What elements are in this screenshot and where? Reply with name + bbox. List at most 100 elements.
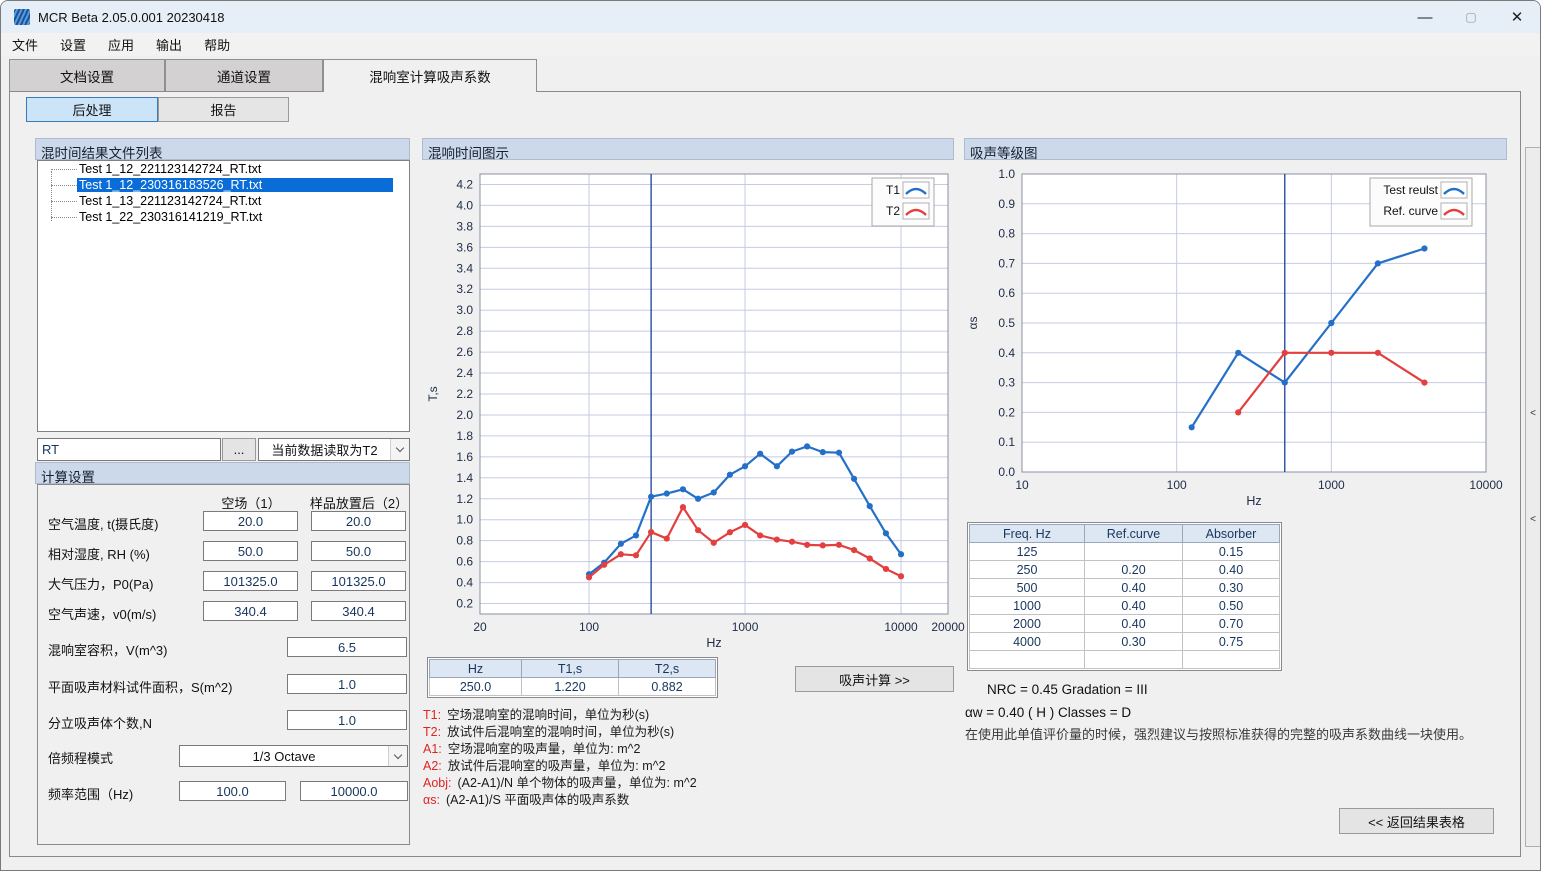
table-cell[interactable]: 2000 bbox=[970, 615, 1085, 633]
pressure-sample-input[interactable] bbox=[311, 571, 406, 591]
table-row[interactable]: 125 0.15 bbox=[970, 543, 1280, 561]
collapse-left-toggle-2[interactable]: < bbox=[1526, 514, 1540, 525]
collapse-left-toggle[interactable]: < bbox=[1526, 408, 1540, 419]
absorber-count-input[interactable] bbox=[287, 710, 407, 730]
col-header-empty-room: 空场（1） bbox=[196, 493, 306, 512]
table-cell[interactable]: 0.40 bbox=[1085, 615, 1183, 633]
table-cell[interactable]: 250.0 bbox=[430, 678, 522, 696]
freq-max-input[interactable] bbox=[300, 781, 408, 801]
temp-sample-input[interactable] bbox=[311, 511, 406, 531]
humidity-sample-input[interactable] bbox=[311, 541, 406, 561]
table-cell[interactable] bbox=[1085, 651, 1183, 669]
humidity-empty-input[interactable] bbox=[203, 541, 298, 561]
table-cell[interactable]: 0.30 bbox=[1085, 633, 1183, 651]
data-point bbox=[867, 503, 873, 509]
row-humidity: 相对湿度, RH (%) bbox=[38, 541, 409, 563]
freq-min-input[interactable] bbox=[179, 781, 286, 801]
data-point bbox=[1282, 350, 1288, 356]
table-cell[interactable]: 0.40 bbox=[1183, 561, 1280, 579]
menu-settings[interactable]: 设置 bbox=[49, 33, 97, 56]
tab-channel-settings[interactable]: 通道设置 bbox=[165, 59, 323, 91]
file-name[interactable]: Test 1_13_221123142724_RT.txt bbox=[77, 194, 393, 208]
titlebar: MCR Beta 2.05.0.001 20230418 — ▢ ✕ bbox=[1, 1, 1540, 33]
app-icon bbox=[14, 9, 30, 25]
list-item[interactable]: Test 1_12_230316183526_RT.txt bbox=[38, 177, 409, 193]
tab-document-settings[interactable]: 文档设置 bbox=[9, 59, 165, 91]
file-name[interactable]: Test 1_12_221123142724_RT.txt bbox=[77, 162, 393, 176]
menu-file[interactable]: 文件 bbox=[1, 33, 49, 56]
data-point bbox=[883, 530, 889, 536]
absorption-calc-button[interactable]: 吸声计算 >> bbox=[795, 666, 954, 692]
list-item[interactable]: Test 1_12_221123142724_RT.txt bbox=[38, 161, 409, 177]
table-cell[interactable] bbox=[970, 651, 1085, 669]
list-item[interactable]: Test 1_22_230316141219_RT.txt bbox=[38, 209, 409, 225]
file-name[interactable]: Test 1_12_230316183526_RT.txt bbox=[77, 178, 393, 192]
speed-empty-input[interactable] bbox=[203, 601, 298, 621]
octave-mode-combo[interactable]: 1/3 Octave bbox=[179, 745, 408, 767]
chevron-down-icon[interactable] bbox=[390, 439, 409, 460]
sample-area-input[interactable] bbox=[287, 674, 407, 694]
data-point bbox=[680, 486, 686, 492]
data-point bbox=[1421, 380, 1427, 386]
table-cell[interactable]: 0.882 bbox=[619, 678, 716, 696]
rt-name-input[interactable] bbox=[37, 438, 221, 461]
row-frequency-range: 频率范围（Hz) bbox=[38, 781, 409, 803]
table-cell[interactable]: 4000 bbox=[970, 633, 1085, 651]
table-cell[interactable]: 0.70 bbox=[1183, 615, 1280, 633]
minimize-button[interactable]: — bbox=[1402, 1, 1448, 33]
table-cell[interactable]: 0.30 bbox=[1183, 579, 1280, 597]
data-point bbox=[774, 463, 780, 469]
menu-output[interactable]: 输出 bbox=[145, 33, 193, 56]
svg-text:1.0: 1.0 bbox=[456, 513, 473, 527]
table-cell[interactable] bbox=[1085, 543, 1183, 561]
table-cell[interactable]: 0.75 bbox=[1183, 633, 1280, 651]
menu-help[interactable]: 帮助 bbox=[193, 33, 241, 56]
table-row[interactable]: 20000.400.70 bbox=[970, 615, 1280, 633]
back-to-results-button[interactable]: << 返回结果表格 bbox=[1339, 808, 1494, 834]
table-cell[interactable]: 0.20 bbox=[1085, 561, 1183, 579]
file-name[interactable]: Test 1_22_230316141219_RT.txt bbox=[77, 210, 393, 224]
data-point bbox=[851, 547, 857, 553]
menu-apply[interactable]: 应用 bbox=[97, 33, 145, 56]
browse-button[interactable]: ... bbox=[222, 438, 256, 461]
table-cell[interactable]: 1.220 bbox=[522, 678, 619, 696]
pressure-empty-input[interactable] bbox=[203, 571, 298, 591]
table-row[interactable]: 2500.200.40 bbox=[970, 561, 1280, 579]
table-cell[interactable]: 250 bbox=[970, 561, 1085, 579]
table-row[interactable]: 10000.400.50 bbox=[970, 597, 1280, 615]
table-cell[interactable]: 1000 bbox=[970, 597, 1085, 615]
data-source-combo[interactable]: 当前数据读取为T2 bbox=[258, 438, 410, 461]
svg-text:0.0: 0.0 bbox=[998, 465, 1015, 479]
subtab-postprocess[interactable]: 后处理 bbox=[26, 97, 158, 122]
rt-chart[interactable]: 0.20.40.60.81.01.21.41.61.82.02.22.42.62… bbox=[424, 160, 964, 656]
table-row[interactable] bbox=[970, 651, 1280, 669]
svg-text:0.3: 0.3 bbox=[998, 376, 1015, 390]
maximize-button[interactable]: ▢ bbox=[1448, 1, 1494, 33]
table-cell[interactable] bbox=[1183, 651, 1280, 669]
data-point bbox=[1282, 380, 1288, 386]
grade-chart[interactable]: 0.00.10.20.30.40.50.60.70.80.91.01010010… bbox=[964, 160, 1510, 512]
close-button[interactable]: ✕ bbox=[1494, 1, 1540, 33]
table-cell[interactable]: 0.15 bbox=[1183, 543, 1280, 561]
svg-text:2.4: 2.4 bbox=[456, 366, 473, 380]
table-cell[interactable]: 0.40 bbox=[1085, 597, 1183, 615]
table-cell[interactable]: 0.50 bbox=[1183, 597, 1280, 615]
table-row[interactable]: 5000.400.30 bbox=[970, 579, 1280, 597]
svg-text:3.0: 3.0 bbox=[456, 303, 473, 317]
svg-text:0.8: 0.8 bbox=[998, 227, 1015, 241]
table-cell[interactable]: 0.40 bbox=[1085, 579, 1183, 597]
svg-text:2.6: 2.6 bbox=[456, 345, 473, 359]
table-cell[interactable]: 500 bbox=[970, 579, 1085, 597]
table-row[interactable]: 250.01.2200.882 bbox=[430, 678, 716, 696]
room-volume-input[interactable] bbox=[287, 637, 407, 657]
list-item[interactable]: Test 1_13_221123142724_RT.txt bbox=[38, 193, 409, 209]
aw-note: 在使用此单值评价量的时候，强烈建议与按照标准获得的完整的吸声系数曲线一块使用。 bbox=[965, 724, 1472, 743]
tab-reverb-absorption[interactable]: 混响室计算吸声系数 bbox=[323, 59, 537, 92]
temp-empty-input[interactable] bbox=[203, 511, 298, 531]
table-row[interactable]: 40000.300.75 bbox=[970, 633, 1280, 651]
chevron-down-icon[interactable] bbox=[388, 746, 407, 766]
table-cell[interactable]: 125 bbox=[970, 543, 1085, 561]
subtab-report[interactable]: 报告 bbox=[158, 97, 289, 122]
speed-sample-input[interactable] bbox=[311, 601, 406, 621]
row-sound-speed: 空气声速，v0(m/s) bbox=[38, 601, 409, 623]
